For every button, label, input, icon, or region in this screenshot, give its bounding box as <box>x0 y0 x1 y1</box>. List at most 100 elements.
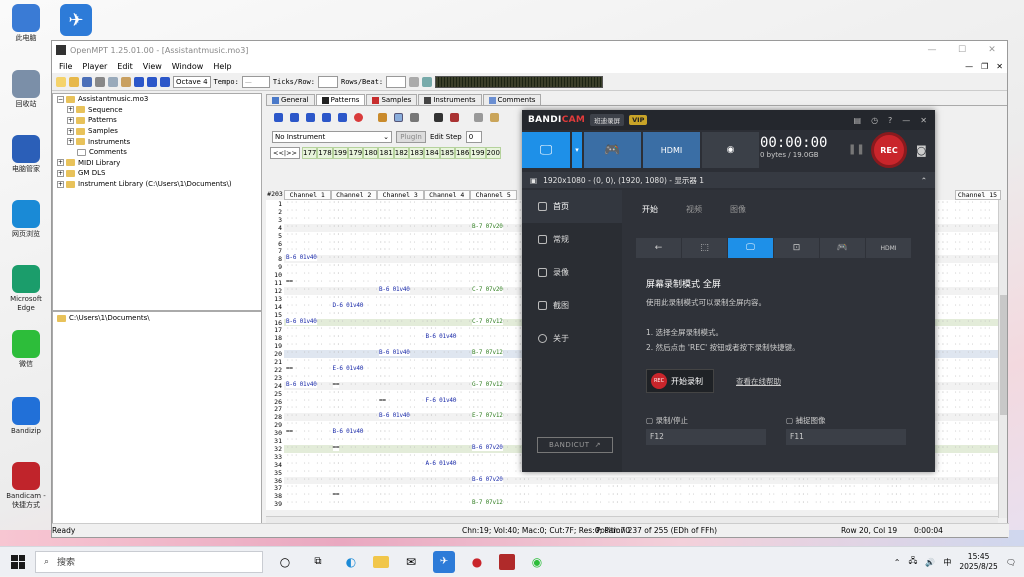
tree-sequence[interactable]: + Sequence <box>53 105 261 116</box>
order-item[interactable]: 200 <box>485 147 501 159</box>
play-pattern-icon[interactable] <box>160 76 170 87</box>
pause-icon[interactable]: ❚❚ <box>848 144 865 155</box>
save-icon[interactable] <box>82 76 92 87</box>
channel-header-item[interactable]: Channel 4 <box>423 190 470 200</box>
rec-button[interactable]: REC <box>871 132 907 168</box>
wechat-taskbar-icon[interactable]: ◉ <box>526 551 548 573</box>
desktop-icon[interactable]: 微信 <box>4 330 48 369</box>
hotkey-capture-field[interactable]: F11 <box>786 429 906 445</box>
tree-instrument-library[interactable]: + Instrument Library (C:\Users\1\Document… <box>53 179 261 190</box>
order-item[interactable]: 180 <box>363 147 379 159</box>
paste-icon[interactable] <box>121 76 131 87</box>
cortana-icon[interactable]: ○ <box>274 551 296 573</box>
note-cell[interactable]: A-6 01v40 <box>425 459 456 467</box>
nav-home[interactable]: 首页 <box>522 190 622 223</box>
note-cell[interactable]: F-6 01v40 <box>425 396 456 404</box>
tab-start[interactable]: 开始 <box>642 204 658 215</box>
note-cell[interactable]: == <box>332 491 340 499</box>
back-arrow-icon[interactable]: ← <box>636 238 681 258</box>
note-cell[interactable]: G-7 07v12 <box>472 380 503 388</box>
channel-header-item[interactable]: Channel 1 <box>284 190 331 200</box>
copy-icon[interactable] <box>108 76 118 87</box>
help-icon[interactable]: ? <box>888 116 892 125</box>
new-pattern-icon[interactable] <box>274 112 283 122</box>
note-cell[interactable]: B-6 07v20 <box>472 443 503 451</box>
network-icon[interactable]: 🖧 <box>908 555 917 569</box>
tree-patterns[interactable]: + Patterns <box>53 115 261 126</box>
note-cell[interactable]: B-6 01v40 <box>425 333 456 341</box>
ticks-field[interactable] <box>317 75 338 88</box>
order-item[interactable]: 183 <box>409 147 425 159</box>
channel-header-item[interactable]: Channel 5 <box>470 190 517 200</box>
file-explorer-icon[interactable] <box>373 555 389 568</box>
loop-icon[interactable] <box>338 112 347 122</box>
online-help-link[interactable]: 查看在线帮助 <box>736 376 781 387</box>
nav-video[interactable]: 录像 <box>522 256 622 289</box>
menu-help[interactable]: Help <box>208 62 236 71</box>
webcam-button[interactable]: ◉ <box>702 132 759 168</box>
octave-field[interactable]: Octave 4 <box>173 75 211 88</box>
edge-taskbar-icon[interactable]: ◐ <box>340 551 362 573</box>
note-cell[interactable]: B-6 01v40 <box>332 428 363 436</box>
order-item[interactable]: 185 <box>439 147 455 159</box>
note-cell[interactable]: B-6 07v20 <box>472 475 503 483</box>
note-cell[interactable]: E-7 07v12 <box>472 412 503 420</box>
tab-comments[interactable]: Comments <box>482 94 542 105</box>
menu-file[interactable]: File <box>54 62 77 71</box>
browser-path[interactable]: C:\Users\1\Documents\ <box>53 312 261 324</box>
capture-area-bar[interactable]: ▣ 1920x1080 - (0, 0), (1920, 1080) - 显示器… <box>522 172 935 188</box>
order-item[interactable]: 186 <box>454 147 471 159</box>
desktop-icon[interactable]: Bandizip <box>4 397 48 436</box>
minimize-icon[interactable]: — <box>902 116 910 125</box>
tree-gm-dls[interactable]: + GM DLS <box>53 168 261 179</box>
properties-icon[interactable] <box>410 112 419 122</box>
close-button[interactable]: ✕ <box>977 45 1007 55</box>
tab-samples[interactable]: Samples <box>366 94 418 105</box>
menu-view[interactable]: View <box>138 62 167 71</box>
channel-header-item[interactable]: Channel 15 <box>954 190 1001 200</box>
chevron-up-icon[interactable]: ⌃ <box>921 176 927 185</box>
game-mode-button[interactable]: 🎮 <box>584 132 641 168</box>
nav-general[interactable]: 常规 <box>522 223 622 256</box>
desktop-icon[interactable]: Bandicam - 快捷方式 <box>4 462 48 510</box>
note-cell[interactable]: D-6 01v40 <box>332 301 363 309</box>
note-cell[interactable]: B-6 01v40 <box>286 380 317 388</box>
note-cell[interactable]: B-7 07v12 <box>472 499 503 507</box>
desktop-icon[interactable]: Microsoft Edge <box>4 265 48 313</box>
ime-indicator[interactable]: 中 <box>943 557 951 568</box>
note-cell[interactable]: B-7 07v20 <box>472 222 503 230</box>
stop-icon[interactable] <box>322 112 331 122</box>
channel-header-item[interactable]: Channel 2 <box>330 190 377 200</box>
chord-icon[interactable] <box>450 112 459 122</box>
fullscreen-mode-icon[interactable]: 🖵 <box>728 238 773 258</box>
undo-icon[interactable] <box>474 112 483 122</box>
edit-step-field[interactable]: 0 <box>465 131 482 143</box>
bandicam-taskbar-icon[interactable]: ● <box>466 551 488 573</box>
tree-root[interactable]: − Assistantmusic.mo3 <box>53 94 261 105</box>
note-cell[interactable]: E-6 01v40 <box>332 364 363 372</box>
windows-start-icon[interactable] <box>11 554 25 569</box>
child-restore-button[interactable]: ❐ <box>977 62 992 71</box>
note-cell[interactable]: == <box>286 428 293 436</box>
follow-icon[interactable] <box>394 112 403 122</box>
order-item[interactable]: 199 <box>332 147 348 159</box>
note-cell[interactable]: B-6 01v40 <box>379 349 410 357</box>
mute-icon[interactable] <box>378 112 387 122</box>
note-cell[interactable]: == <box>332 380 340 388</box>
note-cell[interactable]: C-7 07v20 <box>472 285 503 293</box>
clock-icon[interactable]: ◷ <box>871 116 878 125</box>
order-item[interactable]: 178 <box>317 147 333 159</box>
hotkey-record-field[interactable]: F12 <box>646 429 766 445</box>
instrument-select[interactable]: No Instrument ⌄ <box>272 131 392 143</box>
info-icon[interactable] <box>490 112 499 122</box>
note-cell[interactable]: B-6 01v40 <box>379 412 410 420</box>
tree-midi-library[interactable]: + MIDI Library <box>53 158 261 169</box>
mail-icon[interactable]: ✉ <box>400 551 422 573</box>
menu-edit[interactable]: Edit <box>112 62 138 71</box>
vertical-scrollbar[interactable] <box>998 200 1007 518</box>
stop-icon[interactable] <box>147 76 157 87</box>
task-view-icon[interactable]: ⧉ <box>307 551 329 573</box>
notification-icon[interactable]: 🗨 <box>1006 558 1016 567</box>
close-icon[interactable]: ✕ <box>920 116 927 125</box>
tempo-field[interactable]: — <box>241 75 270 88</box>
